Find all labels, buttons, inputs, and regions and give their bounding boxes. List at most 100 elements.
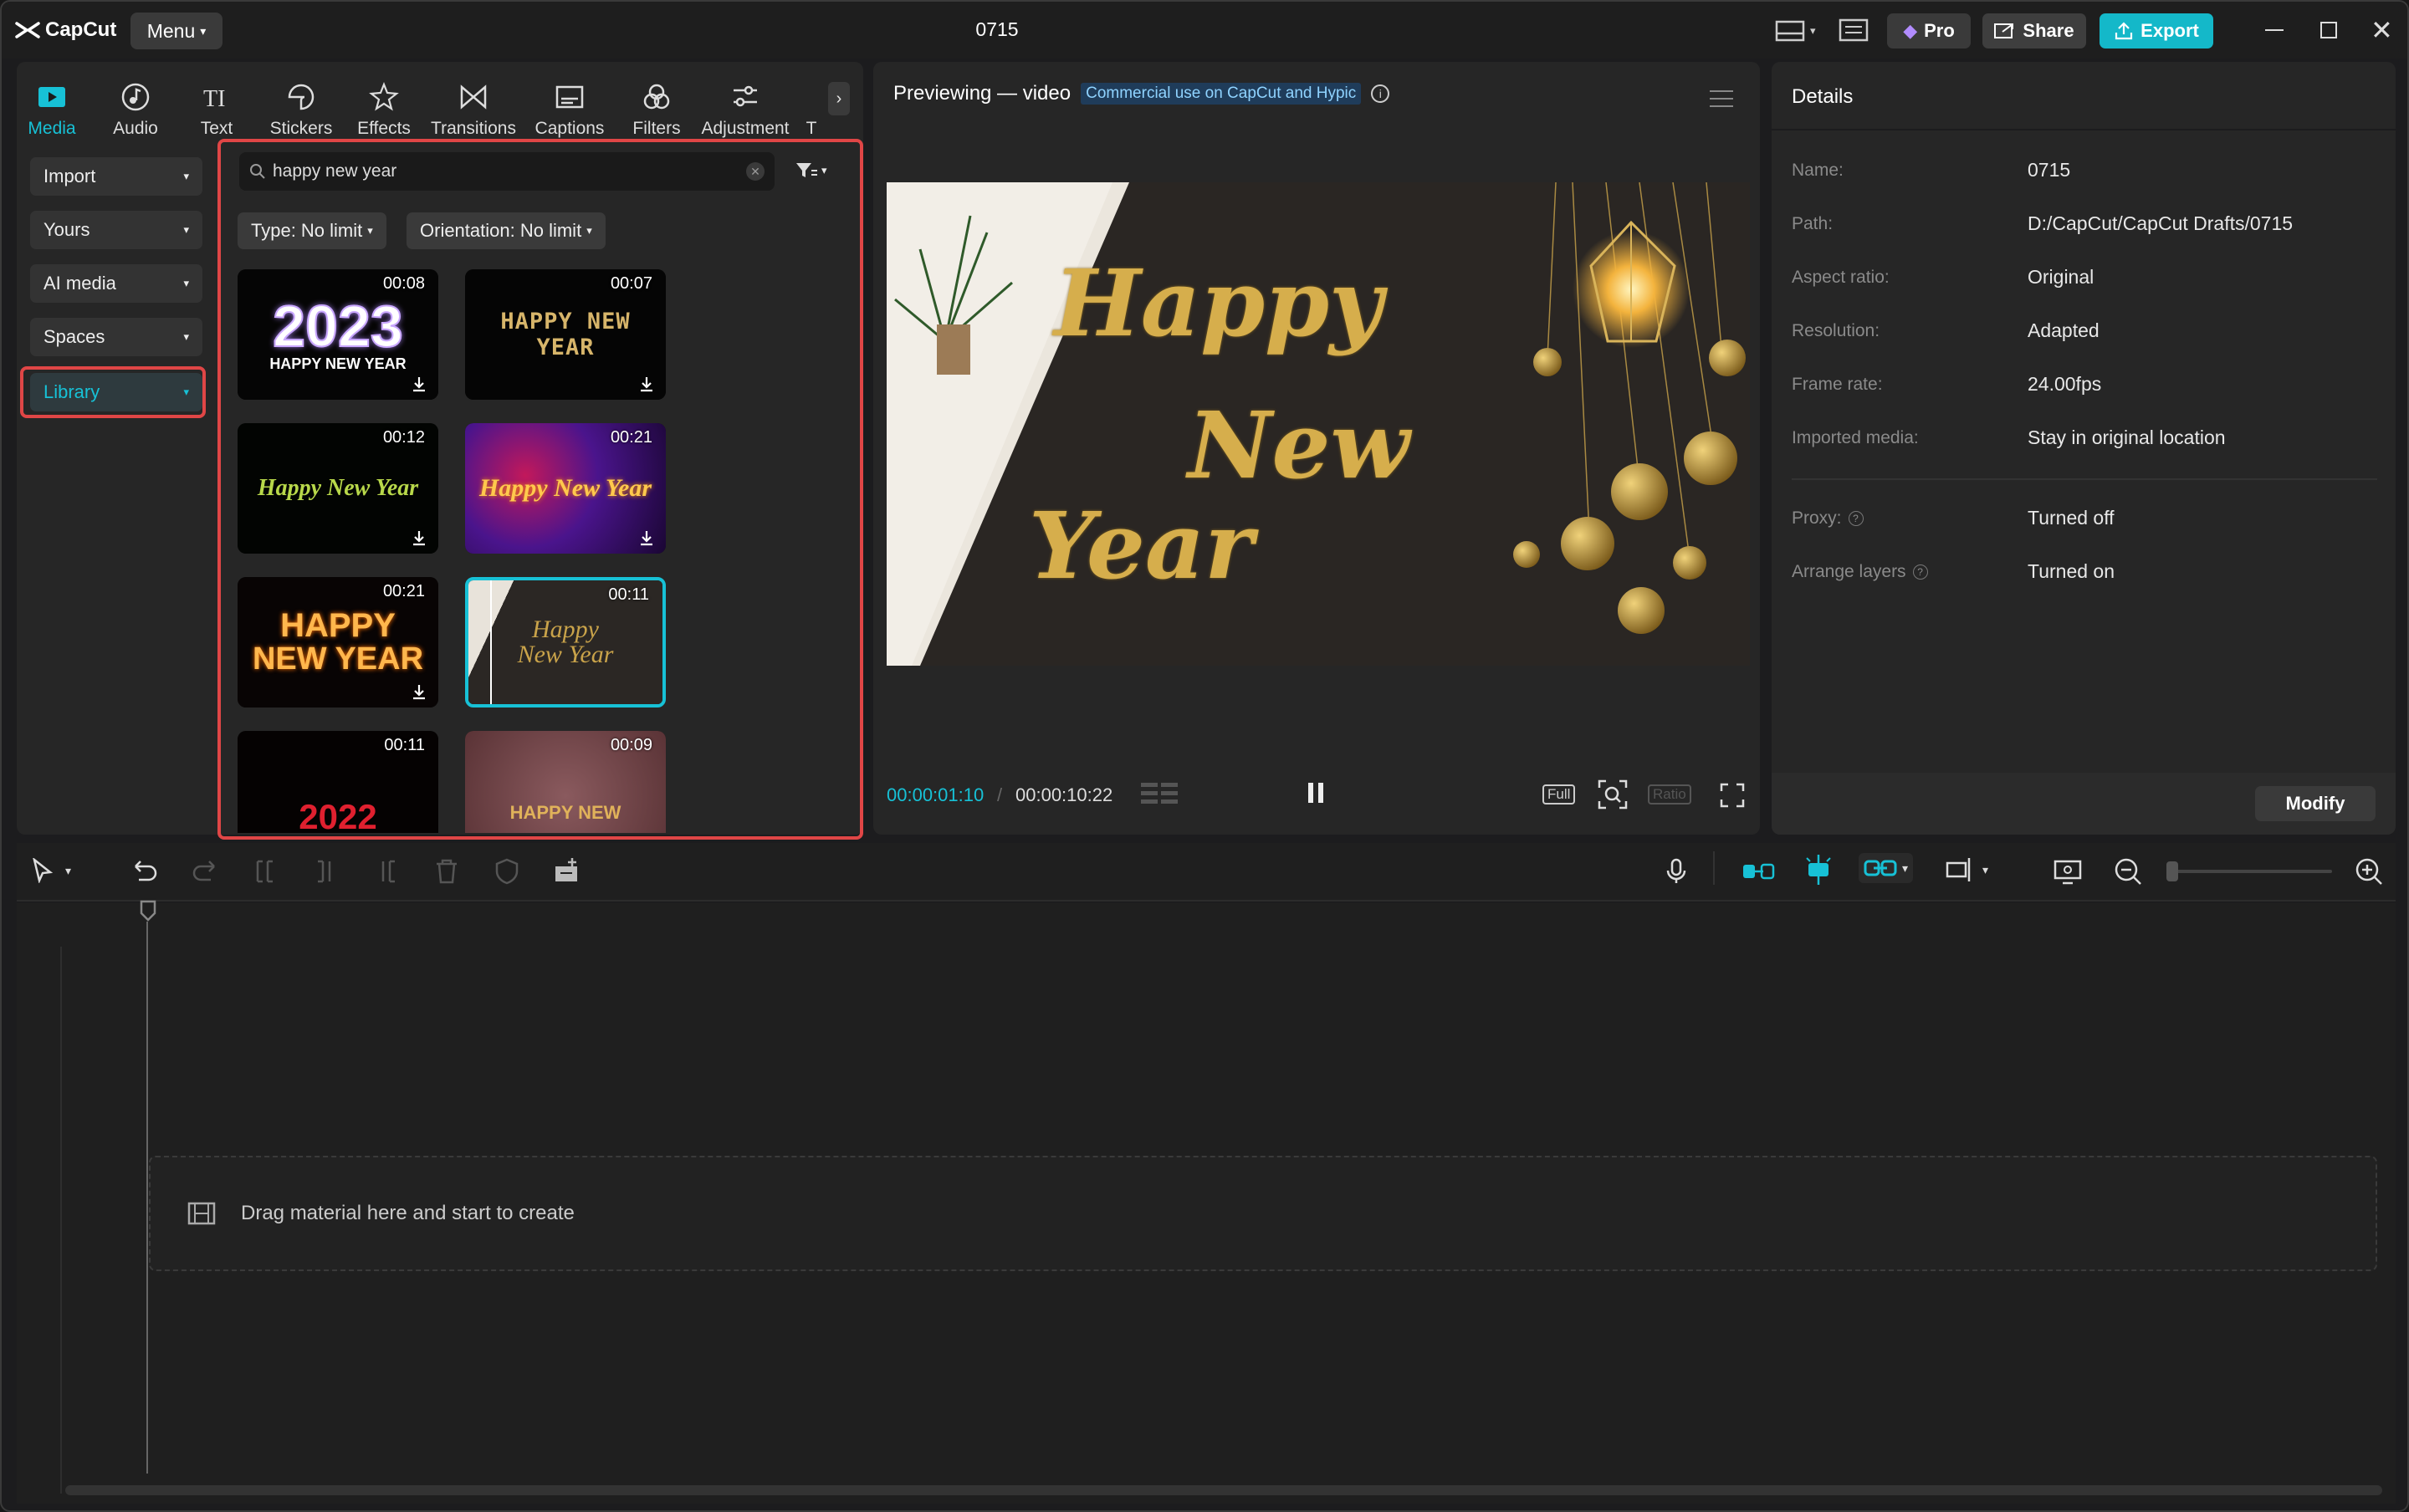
sidebar-item-yours[interactable]: Yours ▾ [30,211,202,249]
total-time: 00:00:10:22 [1015,784,1113,805]
tab-adjustment[interactable]: Adjustment [699,72,791,139]
undo-icon[interactable] [129,856,159,886]
zoom-slider-handle[interactable] [2166,861,2178,881]
detail-value-arrange-layers[interactable]: Turned on [2028,560,2115,583]
library-item[interactable]: HAPPY NEW 00:09 [465,731,666,833]
sidebar-item-spaces[interactable]: Spaces ▾ [30,318,202,356]
download-icon[interactable] [637,529,656,547]
duration-badge: 00:09 [610,736,652,754]
tab-audio[interactable]: Audio [110,72,161,139]
chevron-down-icon: ▾ [1810,24,1816,37]
help-icon[interactable]: ? [1848,511,1864,526]
thumbnail-caption: HAPPY NEW YEAR [269,355,407,372]
tab-overflow[interactable]: T [805,72,818,139]
commercial-use-badge: Commercial use on CapCut and Hypic [1081,83,1362,105]
pro-button[interactable]: ◆ Pro [1887,13,1971,49]
detail-label-imported-media: Imported media: [1792,428,1919,447]
library-item[interactable]: 2022 00:11 [238,731,438,833]
thumbnail-art: 2022 [299,797,377,833]
search-field[interactable]: ✕ [239,152,775,191]
fullscreen-icon[interactable] [1720,783,1745,812]
library-item[interactable]: 2023 HAPPY NEW YEAR 00:08 [238,269,438,400]
split-right-icon [381,860,395,883]
tab-effects[interactable]: Effects [355,72,413,139]
clear-search-icon[interactable]: ✕ [746,162,765,181]
video-preview[interactable]: Happy New Year [887,182,1750,666]
library-item[interactable]: Happy New Year 00:12 [238,423,438,554]
download-icon[interactable] [637,375,656,393]
full-quality-button[interactable]: Full [1542,784,1576,805]
media-panel: Media Audio TI Text Stickers Effects Tra… [17,62,863,840]
search-input[interactable] [273,161,739,181]
download-icon[interactable] [410,375,428,393]
auto-snap-icon[interactable] [1802,853,1835,886]
modify-button[interactable]: Modify [2255,786,2376,821]
tabs-scroll-right-button[interactable]: › [828,82,850,115]
library-item[interactable]: HAPPY NEW YEAR 00:07 [465,269,666,400]
shortcuts-icon[interactable] [1839,18,1869,46]
film-icon [187,1202,216,1225]
download-icon[interactable] [410,529,428,547]
zoom-slider[interactable] [2166,861,2332,881]
detail-value-proxy[interactable]: Turned off [2028,507,2115,529]
zoom-out-icon[interactable] [2113,856,2143,886]
tab-text[interactable]: TI Text [196,72,238,139]
detail-label-aspect-ratio: Aspect ratio: [1792,268,1890,287]
text-icon: TI [203,86,225,112]
tab-filters[interactable]: Filters [627,72,686,139]
type-filter-dropdown[interactable]: Type: No limit ▾ [238,212,386,249]
timecode-grid-icon[interactable] [1141,781,1179,812]
layout-icon[interactable]: ▾ [1775,18,1822,43]
pause-button[interactable] [1308,783,1323,803]
info-icon[interactable]: i [1371,84,1390,103]
video-text-line: Year [1029,492,1254,600]
orientation-filter-dropdown[interactable]: Orientation: No limit ▾ [407,212,606,249]
microphone-icon[interactable] [1661,856,1691,886]
filter-sort-button[interactable]: ▾ [795,161,827,181]
help-icon[interactable]: ? [1912,564,1928,580]
video-text-line: Happy [1054,249,1383,357]
download-icon[interactable] [410,682,428,701]
select-tool-button[interactable]: ▾ [32,858,71,883]
preview-menu-icon[interactable] [1710,90,1733,107]
preview-screen-icon[interactable] [2053,856,2083,886]
main-track-magnet-icon[interactable] [1742,860,1775,883]
minimize-icon[interactable] [2265,29,2284,31]
diamond-icon: ◆ [1903,20,1918,41]
menu-button[interactable]: Menu ▾ [130,13,222,49]
tab-stickers[interactable]: Stickers [268,72,335,139]
time-divider: / [997,784,1003,805]
tab-transitions[interactable]: Transitions [431,72,516,139]
share-button[interactable]: Share [1982,13,2086,49]
zoom-in-icon[interactable] [2354,856,2384,886]
ratio-button[interactable]: Ratio [1648,784,1691,805]
horizontal-scrollbar[interactable] [65,1485,2382,1495]
export-button[interactable]: Export [2100,13,2213,49]
thumbnail-art: HAPPY NEW YEAR [500,309,631,360]
maximize-icon[interactable] [2320,22,2337,38]
current-time: 00:00:01:10 [887,784,985,805]
sidebar-item-ai-media[interactable]: AI media ▾ [30,264,202,303]
share-icon [1994,23,2014,38]
detail-value-name: 0715 [2028,159,2071,181]
detail-label-resolution: Resolution: [1792,321,1880,340]
timeline-drop-zone[interactable]: Drag material here and start to create [149,1156,2377,1271]
menu-label: Menu [146,19,196,42]
close-icon[interactable]: ✕ [2371,17,2393,43]
zoom-preview-icon[interactable] [1598,779,1628,814]
duration-badge: 00:21 [382,582,425,600]
detail-value-aspect-ratio: Original [2028,266,2094,288]
drop-hint-text: Drag material here and start to create [241,1202,575,1224]
library-item[interactable]: Happy New Year 00:21 [465,423,666,554]
chevron-down-icon: ▾ [367,224,373,237]
add-clip-icon[interactable] [552,856,582,886]
detail-label-arrange-layers: Arrange layers ? [1792,562,1928,582]
preview-axis-button[interactable]: ▾ [1946,856,1988,883]
linkage-button[interactable]: ▾ [1859,853,1914,883]
tab-media[interactable]: Media [27,72,77,139]
tab-captions[interactable]: Captions [532,72,607,139]
timeline-playhead[interactable] [139,900,157,922]
sidebar-item-import[interactable]: Import ▾ [30,157,202,196]
library-item-selected[interactable]: Happy New Year 00:11 [465,577,666,707]
library-item[interactable]: HAPPY NEW YEAR 00:21 [238,577,438,707]
